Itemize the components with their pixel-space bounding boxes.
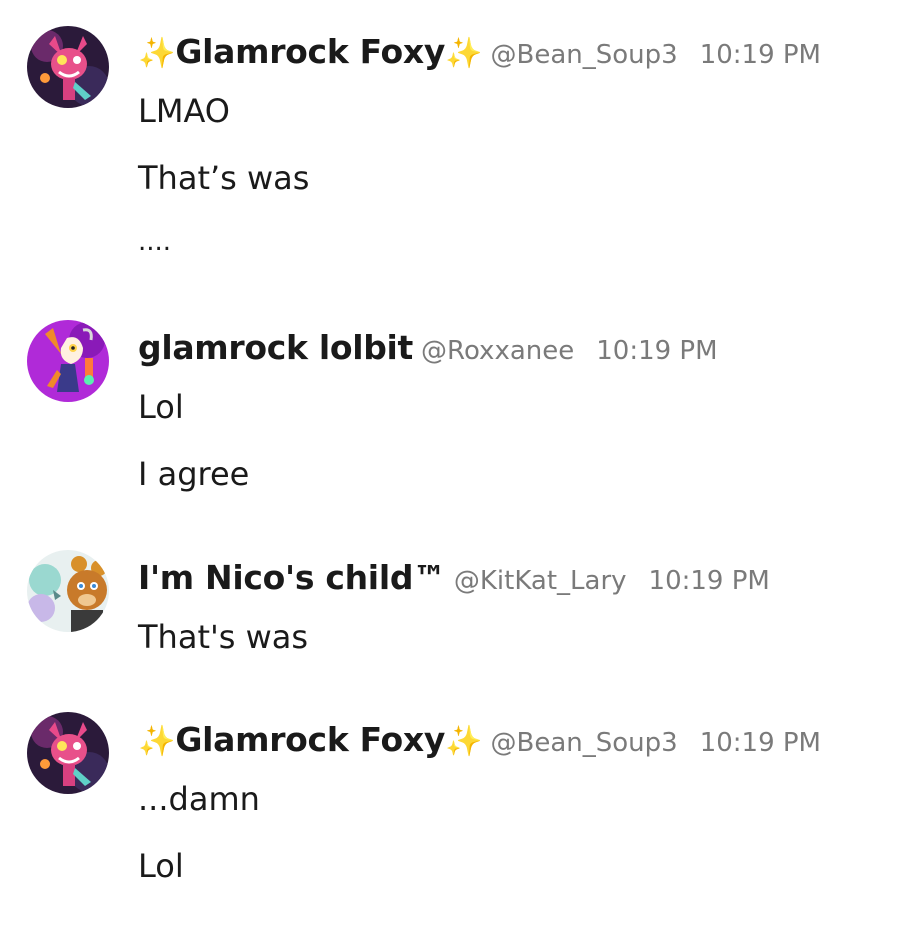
foxy-avatar[interactable]: [27, 712, 109, 794]
sparkle-icon: ✨: [445, 724, 483, 759]
message-text: That's was: [138, 618, 309, 656]
message-text: ...damn: [138, 780, 260, 818]
message-group: ✨ Glamrock Foxy ✨ @Bean_Soup3 10:19 PM .…: [0, 690, 900, 935]
user-handle[interactable]: @Bean_Soup3: [491, 40, 678, 70]
message-text: I agree: [138, 455, 250, 493]
message-text: That’s was: [138, 159, 310, 197]
message-text: Lol: [138, 847, 184, 885]
message-header: ✨ Glamrock Foxy ✨ @Bean_Soup3 10:19 PM: [138, 720, 821, 759]
username[interactable]: glamrock lolbit: [138, 328, 413, 367]
sparkle-icon: ✨: [138, 36, 176, 71]
sparkle-icon: ✨: [138, 724, 176, 759]
foxy-avatar[interactable]: [27, 26, 109, 108]
message-group: glamrock lolbit @Roxxanee 10:19 PM Lol I…: [0, 290, 900, 520]
message-header: ✨ Glamrock Foxy ✨ @Bean_Soup3 10:19 PM: [138, 32, 821, 71]
freddy-avatar[interactable]: [27, 550, 109, 632]
user-handle[interactable]: @Bean_Soup3: [491, 728, 678, 758]
username[interactable]: Glamrock Foxy: [175, 32, 445, 71]
message-header: glamrock lolbit @Roxxanee 10:19 PM: [138, 328, 718, 367]
lolbit-avatar[interactable]: [27, 320, 109, 402]
timestamp: 10:19 PM: [596, 336, 718, 366]
timestamp: 10:19 PM: [648, 566, 770, 596]
timestamp: 10:19 PM: [699, 40, 821, 70]
message-group: I'm Nico's child™ @KitKat_Lary 10:19 PM …: [0, 520, 900, 690]
message-text: LMAO: [138, 92, 230, 130]
message-header: I'm Nico's child™ @KitKat_Lary 10:19 PM: [138, 558, 770, 597]
user-handle[interactable]: @Roxxanee: [421, 336, 574, 366]
user-handle[interactable]: @KitKat_Lary: [454, 566, 627, 596]
username[interactable]: Glamrock Foxy: [175, 720, 445, 759]
timestamp: 10:19 PM: [699, 728, 821, 758]
message-text: ....: [138, 227, 172, 257]
message-text: Lol: [138, 388, 184, 426]
username[interactable]: I'm Nico's child™: [138, 558, 446, 597]
sparkle-icon: ✨: [445, 36, 483, 71]
message-group: ✨ Glamrock Foxy ✨ @Bean_Soup3 10:19 PM L…: [0, 0, 900, 290]
